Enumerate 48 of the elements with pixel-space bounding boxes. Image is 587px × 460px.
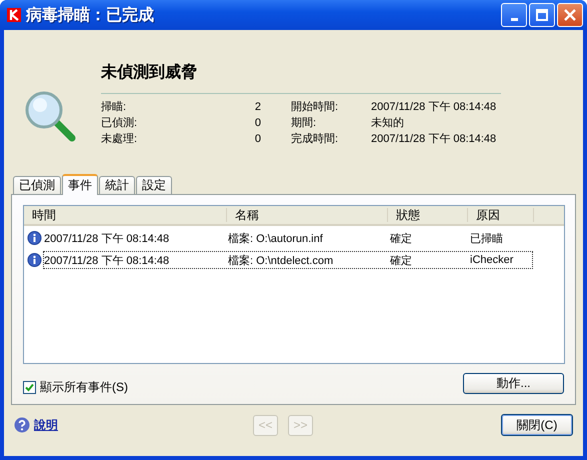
stat-label: 掃瞄:	[101, 100, 128, 114]
action-button[interactable]: 動作...	[463, 373, 564, 394]
info-icon	[27, 252, 42, 268]
info-icon	[27, 230, 42, 246]
tab[interactable]: 統計	[99, 176, 135, 194]
table-cell-text: 已掃瞄	[470, 232, 504, 246]
stat-value: 2	[254, 100, 261, 114]
stat-value: 0	[254, 132, 261, 146]
table-cell-text: 2007/11/28 下午 08:14:48	[44, 232, 170, 246]
column-header[interactable]: 原因	[468, 208, 534, 222]
help-link[interactable]: 說明	[34, 416, 58, 434]
table-cell-text: 檔案: O:\ntdelect.com	[228, 254, 334, 268]
maximize-button[interactable]	[529, 3, 555, 27]
minimize-button[interactable]	[501, 3, 527, 27]
column-header[interactable]: 時間	[24, 208, 227, 222]
checkbox-label[interactable]: 顯示所有事件(S)	[40, 379, 128, 396]
table-row[interactable]: 2007/11/28 下午 08:14:48 檔案: O:\autorun.inf 確定 已掃瞄	[43, 229, 533, 247]
stat-label: 期間:	[290, 116, 318, 130]
table-cell-text: 檔案: O:\autorun.inf	[228, 232, 324, 246]
table-cell-text: 2007/11/28 下午 08:14:48	[44, 254, 170, 268]
stat-label: 未處理:	[101, 132, 138, 146]
app-logo-icon	[6, 7, 22, 23]
magnifier-icon	[24, 90, 78, 144]
stat-value: 未知的	[371, 116, 405, 130]
table-cell-text: 確定	[390, 232, 413, 246]
stat-value: 2007/11/28 下午 08:14:48	[371, 100, 498, 114]
tab[interactable]: 設定	[136, 176, 172, 194]
stat-value: 2007/11/28 下午 08:14:48	[371, 132, 498, 146]
maximize-icon	[536, 9, 548, 21]
column-header[interactable]: 狀態	[388, 208, 468, 222]
close-dialog-button[interactable]: 關閉(C)	[501, 414, 573, 436]
table-row[interactable]: 2007/11/28 下午 08:14:48 檔案: O:\ntdelect.com 確定 iChecker	[43, 251, 533, 269]
help-icon	[14, 417, 30, 433]
close-icon	[564, 9, 576, 21]
close-button[interactable]	[557, 3, 583, 27]
stat-label: 開始時間:	[290, 100, 340, 114]
minimize-icon	[510, 18, 518, 20]
result-heading: 未偵測到威脅	[101, 62, 198, 83]
stat-label: 完成時間:	[290, 132, 340, 146]
column-header[interactable]: 名稱	[227, 208, 388, 222]
checkbox[interactable]	[23, 381, 36, 394]
stat-label: 已偵測:	[101, 116, 138, 130]
tab[interactable]: 事件	[62, 174, 98, 195]
table-cell-text: 確定	[390, 254, 413, 268]
table-cell-text: iChecker	[470, 254, 514, 266]
window-title: 病毒掃瞄：已完成	[26, 5, 155, 26]
stat-value: 0	[254, 116, 261, 130]
tab[interactable]: 已偵測	[13, 176, 61, 194]
